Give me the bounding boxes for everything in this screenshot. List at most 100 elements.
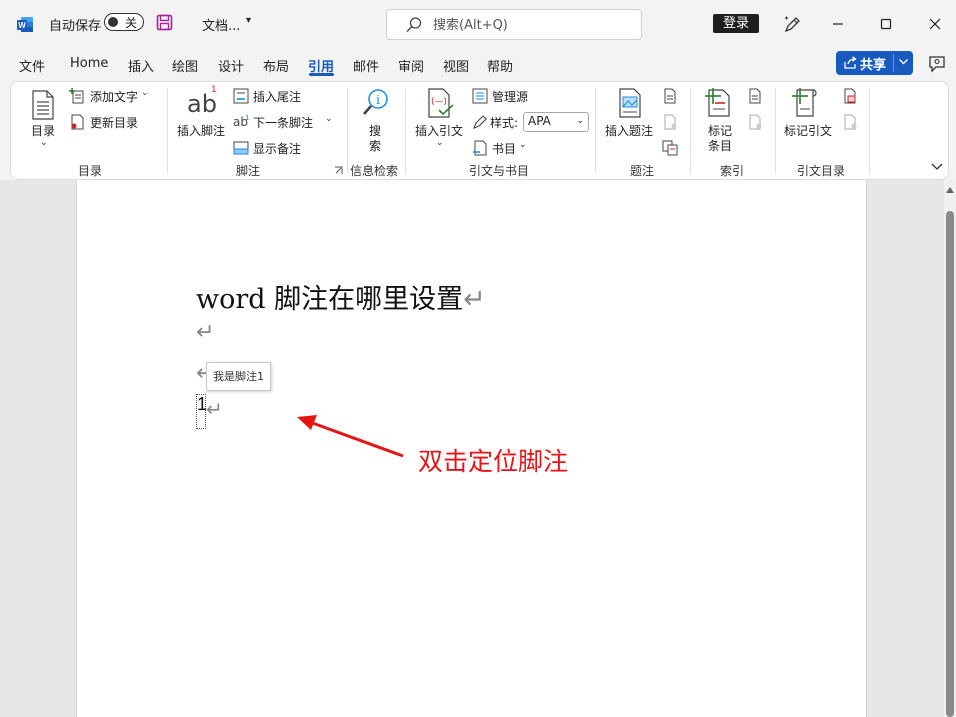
paragraph-mark-icon: ↵ — [463, 284, 486, 315]
cross-reference-icon[interactable] — [662, 140, 678, 156]
bibliography-button[interactable]: 书目 — [492, 140, 516, 157]
ribbon-collapse-chevron-icon[interactable] — [930, 162, 944, 172]
tab-design[interactable]: 设计 — [218, 56, 244, 75]
paragraph-mark-icon: ↵ — [206, 397, 223, 421]
group-separator — [595, 88, 596, 174]
insert-index-icon[interactable] — [747, 88, 763, 104]
update-table-icon[interactable] — [662, 114, 678, 130]
citation-style-select[interactable]: APA ⌄ — [523, 112, 589, 132]
show-notes-icon — [233, 141, 249, 155]
document-heading[interactable]: word 脚注在哪里设置↵ — [196, 277, 486, 316]
ribbon: 目录 ⌄ 添加文字 ⌄ 更新目录 目录 ab 1 插入脚注 插入尾注 ab 1 … — [10, 81, 949, 180]
tab-mailings[interactable]: 邮件 — [353, 56, 379, 75]
search-research-icon: i — [363, 89, 388, 115]
toggle-knob — [108, 17, 118, 27]
scrollbar-thumb[interactable] — [946, 211, 954, 717]
tab-file[interactable]: 文件 — [19, 56, 45, 75]
paragraph-mark-icon: ↵ — [196, 320, 215, 345]
bibliography-chevron-icon[interactable]: ⌄ — [519, 140, 527, 150]
add-text-chevron-icon[interactable]: ⌄ — [141, 88, 149, 98]
dialog-launcher-icon[interactable] — [334, 166, 343, 175]
style-label: 样式: — [490, 116, 519, 130]
search-button-line2[interactable]: 索 — [369, 137, 381, 154]
save-icon[interactable] — [156, 14, 173, 31]
share-icon — [844, 56, 857, 69]
share-button[interactable]: 共享 — [836, 51, 913, 75]
manage-sources-button[interactable]: 管理源 — [492, 88, 528, 105]
group-label-toc: 目录 — [78, 164, 103, 178]
group-label-index: 索引 — [720, 164, 745, 178]
insert-citation-icon: (—) — [428, 88, 454, 118]
group-separator — [405, 88, 406, 174]
mark-citation-button[interactable]: 标记引文 — [784, 122, 832, 139]
vertical-scrollbar[interactable] — [944, 180, 956, 717]
mark-entry-line2[interactable]: 条目 — [708, 137, 732, 154]
close-icon[interactable] — [923, 12, 947, 36]
insert-endnote-button[interactable]: 插入尾注 — [253, 88, 301, 105]
update-toc-icon — [71, 114, 84, 130]
search-input[interactable] — [433, 15, 633, 35]
tab-layout[interactable]: 布局 — [263, 56, 289, 75]
toc-chevron-icon[interactable]: ⌄ — [40, 138, 48, 148]
insert-caption-button[interactable]: 插入题注 — [605, 122, 653, 139]
toc-icon — [32, 90, 54, 120]
insert-caption-icon — [619, 88, 641, 118]
update-index-icon[interactable] — [747, 114, 763, 130]
active-tab-indicator — [309, 73, 334, 76]
mark-entry-icon — [705, 88, 730, 117]
chevron-down-icon[interactable] — [898, 56, 909, 67]
tab-draw[interactable]: 绘图 — [172, 56, 198, 75]
share-separator — [893, 54, 894, 72]
document-area: word 脚注在哪里设置↵ ↵ ↵ 我是脚注1 1 ↵ 双击定位脚注 — [0, 180, 944, 717]
word-logo-icon: W — [17, 17, 33, 32]
search-icon — [406, 17, 422, 32]
tab-home[interactable]: Home — [70, 56, 108, 71]
group-label-toa: 引文目录 — [797, 164, 846, 178]
manage-sources-icon — [472, 88, 488, 104]
next-footnote-icon: ab 1 — [233, 114, 249, 129]
autosave-label: 自动保存 — [49, 19, 102, 34]
autosave-toggle[interactable]: 关 — [104, 13, 144, 31]
footnote-tooltip: 我是脚注1 — [206, 362, 271, 391]
doc-name-chevron-icon[interactable]: ▾ — [246, 15, 251, 26]
scroll-up-icon[interactable] — [946, 187, 954, 193]
search-box[interactable] — [386, 9, 642, 40]
tab-review[interactable]: 审阅 — [398, 56, 424, 75]
tab-help[interactable]: 帮助 — [487, 56, 513, 75]
tab-insert[interactable]: 插入 — [128, 56, 154, 75]
insert-citation-button[interactable]: 插入引文 — [415, 122, 463, 139]
show-notes-button[interactable]: 显示备注 — [253, 140, 301, 157]
title-bar: W 自动保存 关 文档... ▾ 登录 — [0, 0, 956, 48]
group-separator — [775, 88, 776, 174]
insert-table-of-figures-icon[interactable] — [662, 88, 678, 104]
add-text-icon — [69, 88, 84, 104]
heading-text: word 脚注在哪里设置 — [196, 284, 464, 315]
tab-view[interactable]: 视图 — [443, 56, 469, 75]
maximize-icon[interactable] — [874, 12, 898, 36]
minimize-icon[interactable] — [826, 12, 850, 36]
update-toa-icon[interactable] — [842, 114, 858, 130]
svg-text:1: 1 — [245, 114, 249, 122]
update-toc-button[interactable]: 更新目录 — [90, 114, 138, 131]
add-text-button[interactable]: 添加文字 — [90, 88, 138, 105]
insert-footnote-button[interactable]: 插入脚注 — [177, 122, 225, 139]
share-label: 共享 — [860, 58, 887, 73]
mark-citation-icon — [792, 88, 817, 117]
group-separator — [167, 88, 168, 174]
svg-text:(—): (—) — [431, 97, 447, 107]
chevron-down-icon: ⌄ — [576, 116, 584, 126]
document-page[interactable]: word 脚注在哪里设置↵ ↵ ↵ 我是脚注1 1 ↵ 双击定位脚注 — [76, 180, 867, 717]
bibliography-icon — [473, 140, 487, 156]
comment-icon[interactable] — [927, 54, 947, 74]
autosave-state: 关 — [125, 16, 138, 30]
designer-pen-icon[interactable] — [782, 14, 802, 34]
footnote-number[interactable]: 1 — [196, 394, 207, 429]
insert-citation-chevron-icon[interactable]: ⌄ — [436, 138, 444, 148]
insert-toa-icon[interactable] — [842, 88, 858, 104]
next-footnote-chevron-icon[interactable]: ⌄ — [325, 114, 333, 124]
document-name[interactable]: 文档... — [202, 15, 240, 34]
group-separator — [869, 88, 870, 174]
toc-button[interactable]: 目录 — [31, 122, 55, 139]
login-button[interactable]: 登录 — [713, 14, 759, 33]
next-footnote-button[interactable]: 下一条脚注 — [253, 114, 313, 131]
